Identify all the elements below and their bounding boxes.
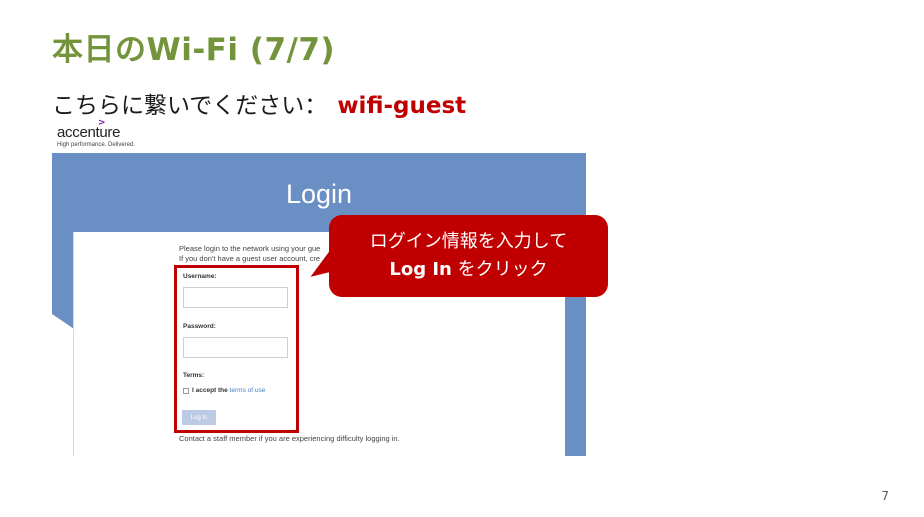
ssid-name: wifi-guest: [337, 93, 467, 119]
login-intro: Please login to the network using your g…: [179, 244, 320, 264]
accenture-logo: > accenture High performance. Delivered.: [57, 118, 136, 148]
callout-click-text: をクリック: [451, 259, 548, 280]
intro-line-1: Please login to the network using your g…: [179, 244, 321, 253]
instruction-callout: ログイン情報を入力して Log In をクリック: [304, 215, 608, 297]
logo-tagline: High performance. Delivered.: [57, 142, 136, 148]
instruction-text: こちらに繋いでください：: [52, 93, 328, 119]
background-shape: [52, 314, 73, 456]
login-title: Login: [285, 179, 353, 209]
callout-line-2: Log In をクリック: [329, 256, 608, 284]
logo-wordmark: accenture: [57, 124, 121, 141]
login-screenshot: Login Please login to the network using …: [52, 153, 586, 456]
logo-mark: >: [98, 118, 106, 128]
login-form-highlight: [174, 265, 299, 433]
contact-text: Contact a staff member if you are experi…: [179, 434, 400, 443]
callout-line-1: ログイン情報を入力して: [369, 231, 568, 252]
callout-login-text: Log In: [389, 259, 452, 280]
page-number: 7: [881, 489, 889, 503]
slide-title: 本日のWi-Fi (7/7): [52, 32, 336, 68]
intro-line-2: If you don't have a guest user account, …: [179, 254, 321, 263]
instruction-line: こちらに繋いでください： wifi-guest: [52, 86, 466, 120]
